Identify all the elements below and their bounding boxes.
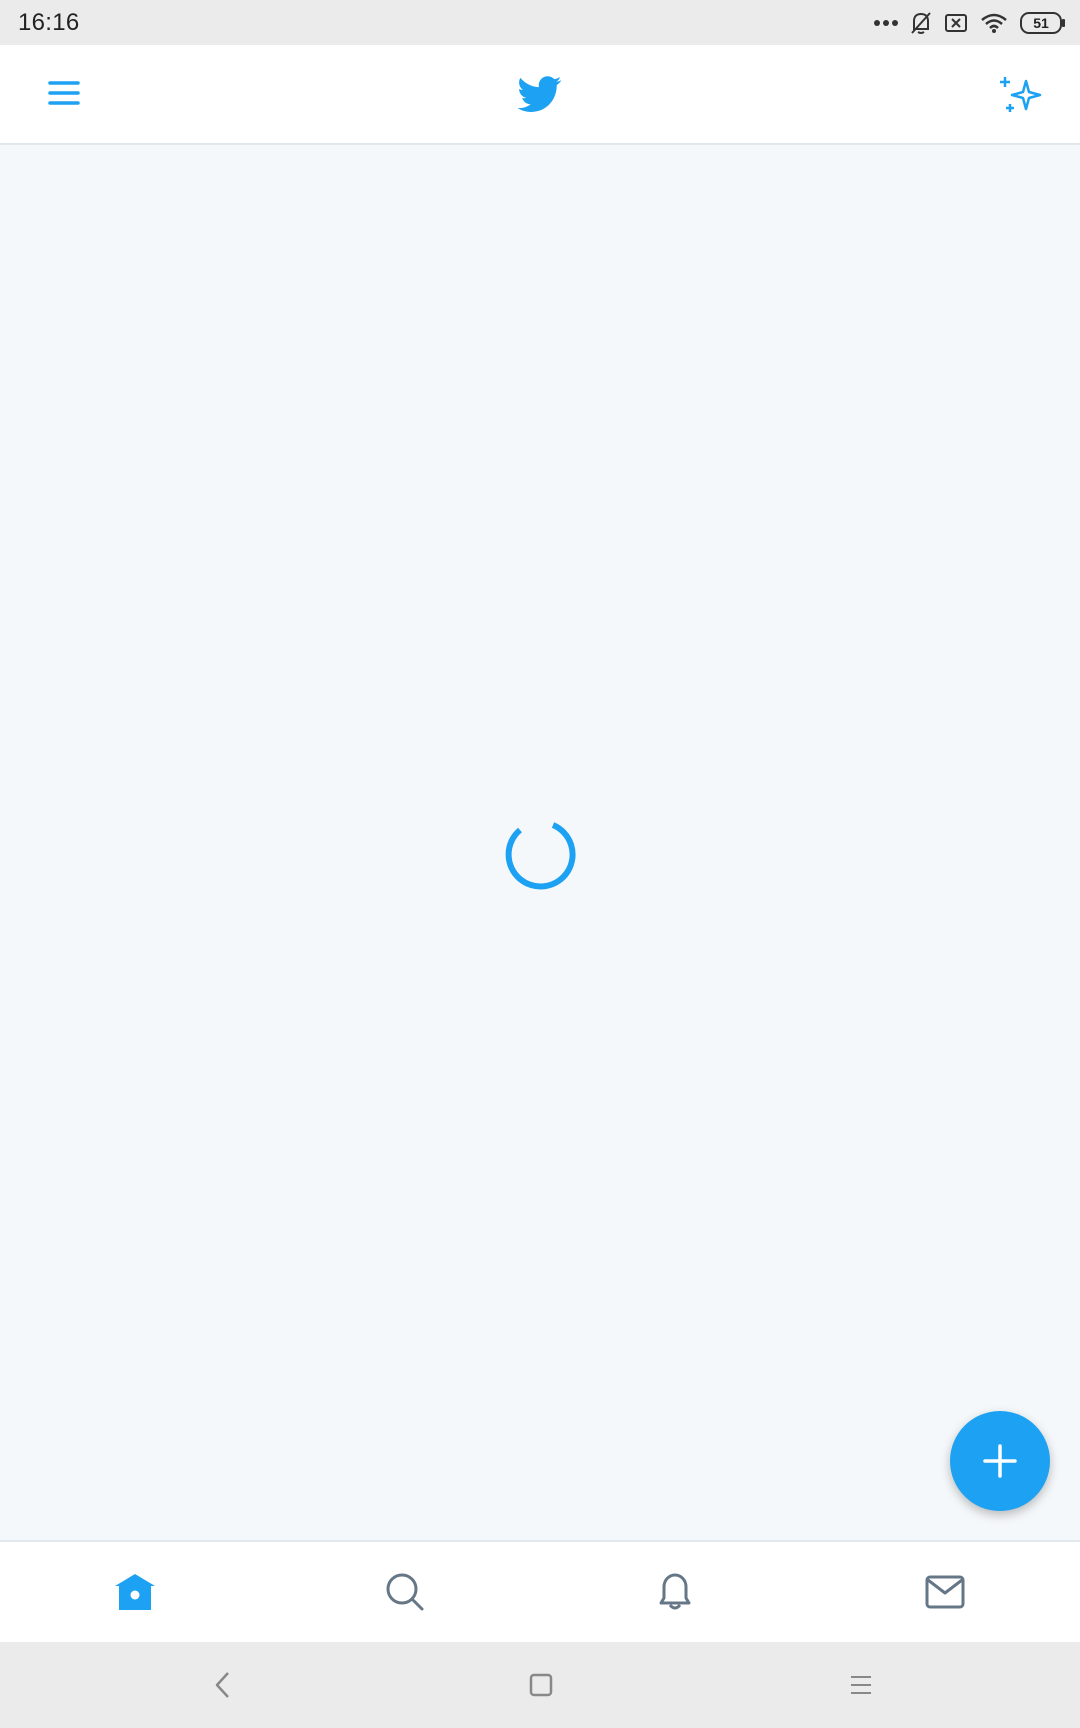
status-icons: 51 [874, 11, 1065, 35]
mail-icon [925, 1575, 965, 1609]
status-bar: 16:16 51 [0, 0, 1080, 45]
back-icon[interactable] [202, 1664, 244, 1706]
home-icon [115, 1574, 155, 1610]
home-square-icon[interactable] [520, 1664, 562, 1706]
nav-messages[interactable] [917, 1564, 973, 1620]
bell-icon [659, 1573, 691, 1610]
nav-notifications[interactable] [647, 1564, 703, 1620]
plus-icon [983, 1444, 1017, 1478]
compose-tweet-button[interactable] [950, 1411, 1050, 1511]
bottom-nav [0, 1540, 1080, 1642]
battery-level: 51 [1033, 14, 1049, 31]
system-nav-bar [0, 1642, 1080, 1728]
status-time: 16:16 [18, 8, 80, 36]
wifi-icon [981, 13, 1007, 33]
battery-icon: 51 [1020, 11, 1065, 34]
app-header [0, 45, 1080, 145]
sparkle-icon[interactable] [998, 71, 1044, 117]
hamburger-menu-icon[interactable] [44, 73, 84, 113]
more-dots-icon [874, 19, 898, 26]
sim-off-icon [945, 13, 967, 32]
recent-apps-icon[interactable] [840, 1664, 882, 1706]
nav-home[interactable] [107, 1564, 163, 1620]
twitter-bird-icon [517, 72, 562, 116]
search-icon [386, 1573, 424, 1611]
loading-spinner-icon [503, 818, 577, 892]
nav-search[interactable] [377, 1564, 433, 1620]
bell-muted-icon [911, 11, 931, 34]
